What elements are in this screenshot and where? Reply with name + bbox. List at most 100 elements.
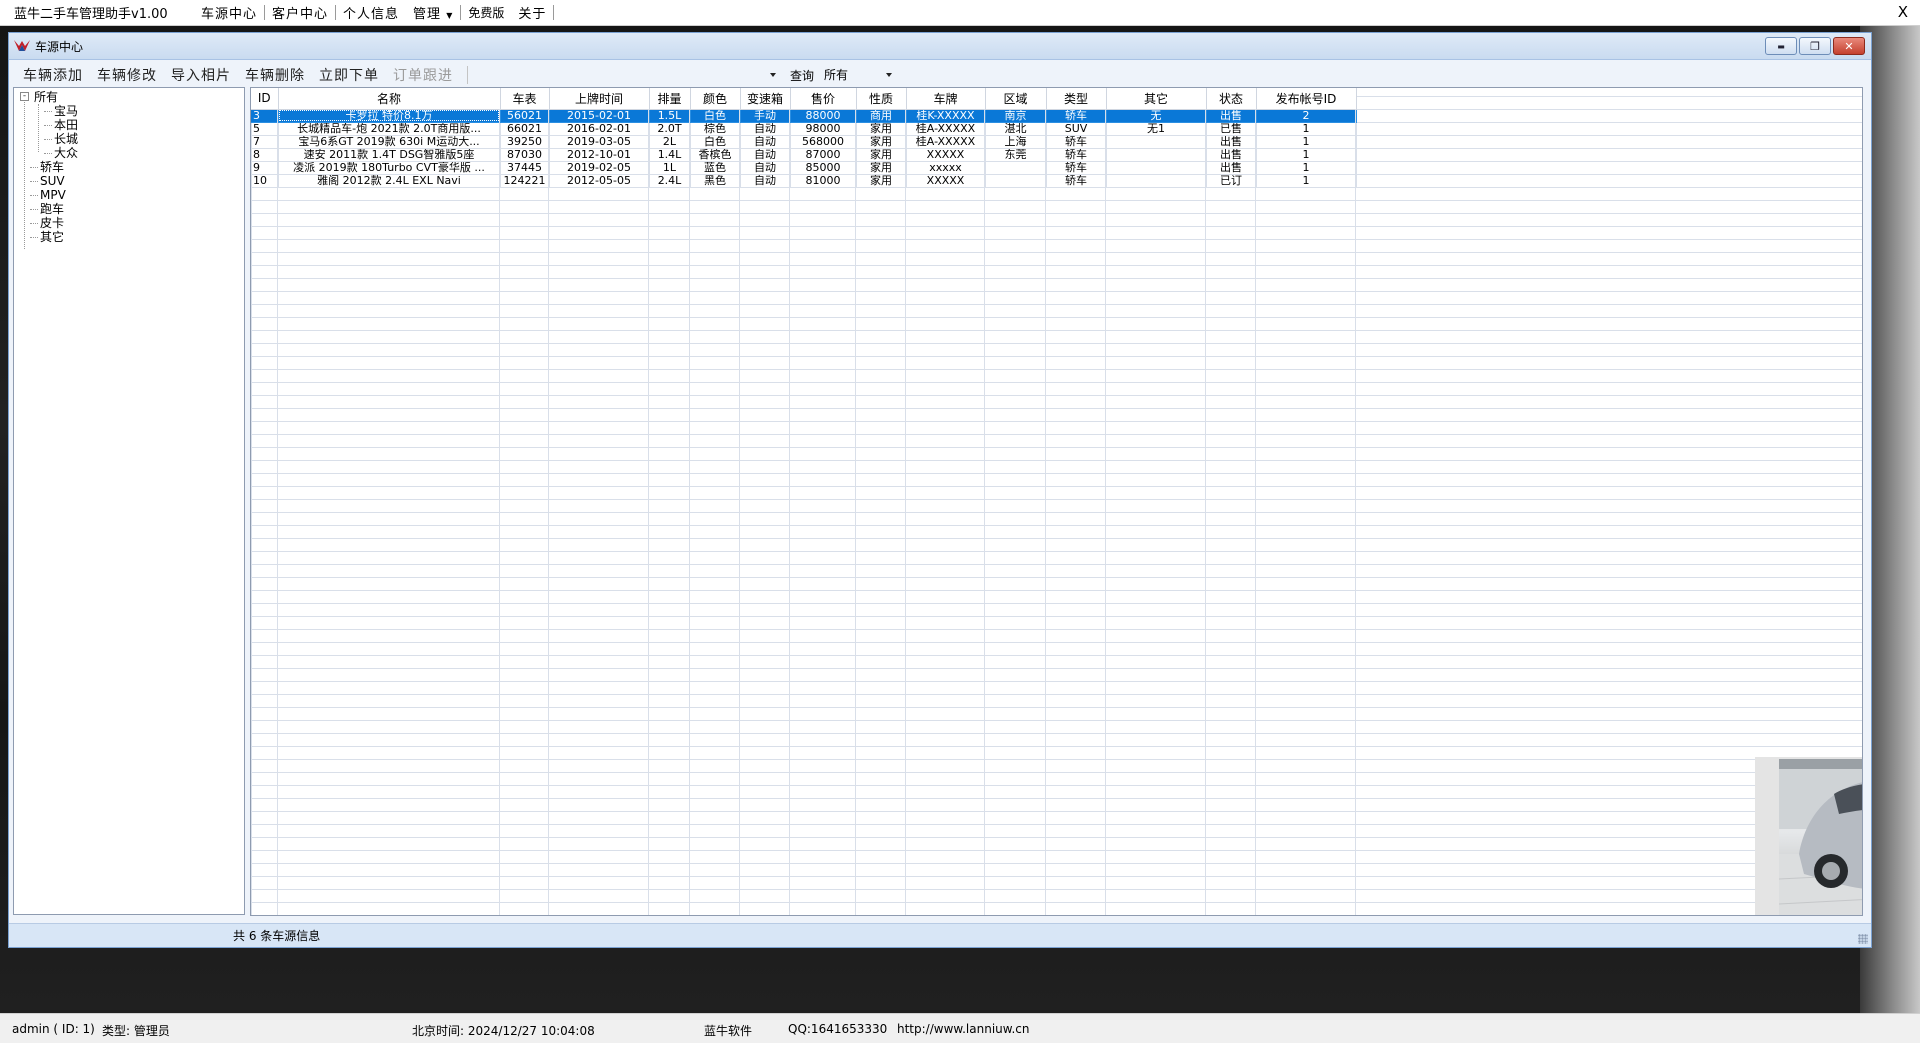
tree-line — [30, 167, 38, 168]
collapse-icon[interactable]: - — [20, 92, 29, 101]
grid-column-line — [1045, 109, 1046, 915]
restore-button[interactable]: ❐ — [1799, 37, 1831, 55]
place-order-button[interactable]: 立即下单 — [319, 65, 379, 85]
app-close-button[interactable]: X — [1898, 3, 1908, 21]
main-statusbar: admin ( ID: 1) 类型: 管理员 北京时间: 2024/12/27 … — [0, 1013, 1920, 1043]
table-cell: xxxxx — [906, 161, 986, 175]
tree-node-brand[interactable]: 大众 — [20, 146, 244, 160]
menu-customer-center[interactable]: 客户中心 — [265, 3, 335, 22]
table-cell: 家用 — [856, 135, 907, 149]
table-cell: 87030 — [500, 148, 550, 162]
table-cell: 2016-02-01 — [549, 122, 650, 136]
tree-node-label: 皮卡 — [40, 216, 65, 230]
column-header[interactable]: 上牌时间 — [549, 88, 650, 110]
column-header[interactable]: 状态 — [1206, 88, 1257, 110]
tree-node-category[interactable]: 皮卡 — [20, 216, 244, 230]
resize-grip-icon[interactable] — [1858, 934, 1868, 944]
grid-body: 3 卡罗拉 特价8.1万 56021 2015-02-01 1.5L 白色 手动 88000 商… — [251, 109, 1357, 188]
query-button[interactable]: 查询 — [790, 67, 814, 84]
delete-vehicle-button[interactable]: 车辆删除 — [245, 65, 305, 85]
grid-column-line — [648, 109, 649, 915]
tree-node-brand[interactable]: 宝马 — [20, 104, 244, 118]
table-row[interactable]: 10 雅阁 2012款 2.4L EXL Navi 124221 2012-05-05… — [251, 174, 1357, 188]
tree-node-category[interactable]: 轿车 — [20, 160, 244, 174]
menu-about[interactable]: 关于 — [511, 3, 553, 22]
column-header[interactable]: ID — [251, 88, 279, 110]
status-url[interactable]: http://www.lanniuw.cn — [897, 1022, 1030, 1036]
column-header[interactable]: 车牌 — [906, 88, 986, 110]
table-cell: 轿车 — [1046, 174, 1107, 188]
edit-vehicle-button[interactable]: 车辆修改 — [97, 65, 157, 85]
category-tree[interactable]: - 所有 宝马 本田 长城 大众 轿车 SUV MPV 跑车 皮卡 其它 — [13, 87, 245, 915]
tree-node-brand[interactable]: 本田 — [20, 118, 244, 132]
add-vehicle-button[interactable]: 车辆添加 — [23, 65, 83, 85]
table-cell: 轿车 — [1046, 148, 1107, 162]
column-header[interactable]: 性质 — [856, 88, 907, 110]
column-header[interactable]: 类型 — [1046, 88, 1107, 110]
table-row[interactable]: 8 速安 2011款 1.4T DSG智雅版5座 87030 2012-10-01 1.… — [251, 148, 1357, 162]
tree-node-all[interactable]: - 所有 — [20, 90, 244, 104]
status-company: 蓝牛软件 — [704, 1024, 753, 1038]
column-header[interactable]: 排量 — [649, 88, 691, 110]
table-cell: 2L — [649, 135, 691, 149]
table-cell: XXXXX — [906, 174, 986, 188]
menu-personal-info[interactable]: 个人信息 — [336, 3, 406, 22]
vehicle-center-window: 车源中心 ▬ ❐ ✕ 车辆添加 车辆修改 导入相片 车辆删除 立即下单 订单跟进… — [8, 32, 1872, 948]
table-row[interactable]: 9 凌派 2019款 180Turbo CVT豪华版 ... 37445 2019-0… — [251, 161, 1357, 175]
table-cell: 5 — [251, 122, 279, 136]
tree-node-category[interactable]: 其它 — [20, 230, 244, 244]
table-cell: 自动 — [740, 135, 791, 149]
menu-manage-label: 管理 — [413, 7, 442, 22]
tree-node-label: 所有 — [34, 90, 59, 104]
column-header[interactable]: 名称 — [278, 88, 501, 110]
order-follow-button[interactable]: 订单跟进 — [393, 65, 453, 85]
tree-node-category[interactable]: 跑车 — [20, 202, 244, 216]
column-header[interactable]: 变速箱 — [740, 88, 791, 110]
tree-line — [44, 125, 52, 126]
tree-node-label: 本田 — [54, 118, 79, 132]
status-time: 北京时间: 2024/12/27 10:04:08 — [412, 1024, 595, 1038]
tree-node-category[interactable]: MPV — [20, 188, 244, 202]
table-cell: XXXXX — [906, 148, 986, 162]
table-row[interactable]: 7 宝马6系GT 2019款 630i M运动大... 39250 2019-03-0… — [251, 135, 1357, 149]
tree-node-category[interactable]: SUV — [20, 174, 244, 188]
menu-vehicle-center[interactable]: 车源中心 — [194, 3, 264, 22]
grid-column-line — [739, 109, 740, 915]
table-cell: 家用 — [856, 148, 907, 162]
tree-node-label: 长城 — [54, 132, 79, 146]
table-cell: 桂A-XXXXX — [906, 122, 986, 136]
window-titlebar[interactable]: 车源中心 ▬ ❐ ✕ — [9, 33, 1871, 60]
column-header[interactable]: 颜色 — [690, 88, 741, 110]
table-cell: 已售 — [1206, 122, 1257, 136]
filter-dropdown[interactable]: 所有 — [820, 65, 896, 85]
table-cell: 3 — [251, 109, 279, 123]
table-cell: 87000 — [790, 148, 857, 162]
table-row[interactable]: 3 卡罗拉 特价8.1万 56021 2015-02-01 1.5L 白色 手动 88000 商… — [251, 109, 1357, 123]
menu-free-edition[interactable]: 免费版 — [461, 4, 511, 21]
table-cell: 自动 — [740, 122, 791, 136]
table-cell: 棕色 — [690, 122, 741, 136]
car-photo[interactable]: 懂车 — [1779, 759, 1862, 915]
window-close-button[interactable]: ✕ — [1833, 37, 1865, 55]
column-header[interactable]: 车表 — [500, 88, 550, 110]
import-photo-button[interactable]: 导入相片 — [171, 65, 231, 85]
table-row[interactable]: 5 长城精品车-炮 2021款 2.0T商用版... 66021 2016-02-01… — [251, 122, 1357, 136]
search-field-dropdown[interactable] — [474, 65, 780, 85]
table-cell: 无 — [1106, 109, 1207, 123]
column-header[interactable]: 区域 — [985, 88, 1047, 110]
grid-column-line — [1205, 109, 1206, 915]
column-header[interactable]: 发布帐号ID — [1256, 88, 1357, 110]
table-cell: SUV — [1046, 122, 1107, 136]
minimize-button[interactable]: ▬ — [1765, 37, 1797, 55]
table-cell: 出售 — [1206, 109, 1257, 123]
column-header[interactable]: 其它 — [1106, 88, 1207, 110]
menu-manage[interactable]: 管理 ▼ — [406, 3, 460, 22]
column-header[interactable]: 售价 — [790, 88, 857, 110]
vehicle-grid[interactable]: ID 名称 车表 上牌时间 排量 颜色 变速箱 售价 性质 车牌 区域 类型 其它 状态 发布帐号ID 3卡… — [250, 87, 1863, 916]
table-cell: 88000 — [790, 109, 857, 123]
tree-node-brand[interactable]: 长城 — [20, 132, 244, 146]
table-cell: 香槟色 — [690, 148, 741, 162]
table-cell: 桂A-XXXXX — [906, 135, 986, 149]
tree-node-label: 其它 — [40, 230, 65, 244]
tree-line — [44, 153, 52, 154]
